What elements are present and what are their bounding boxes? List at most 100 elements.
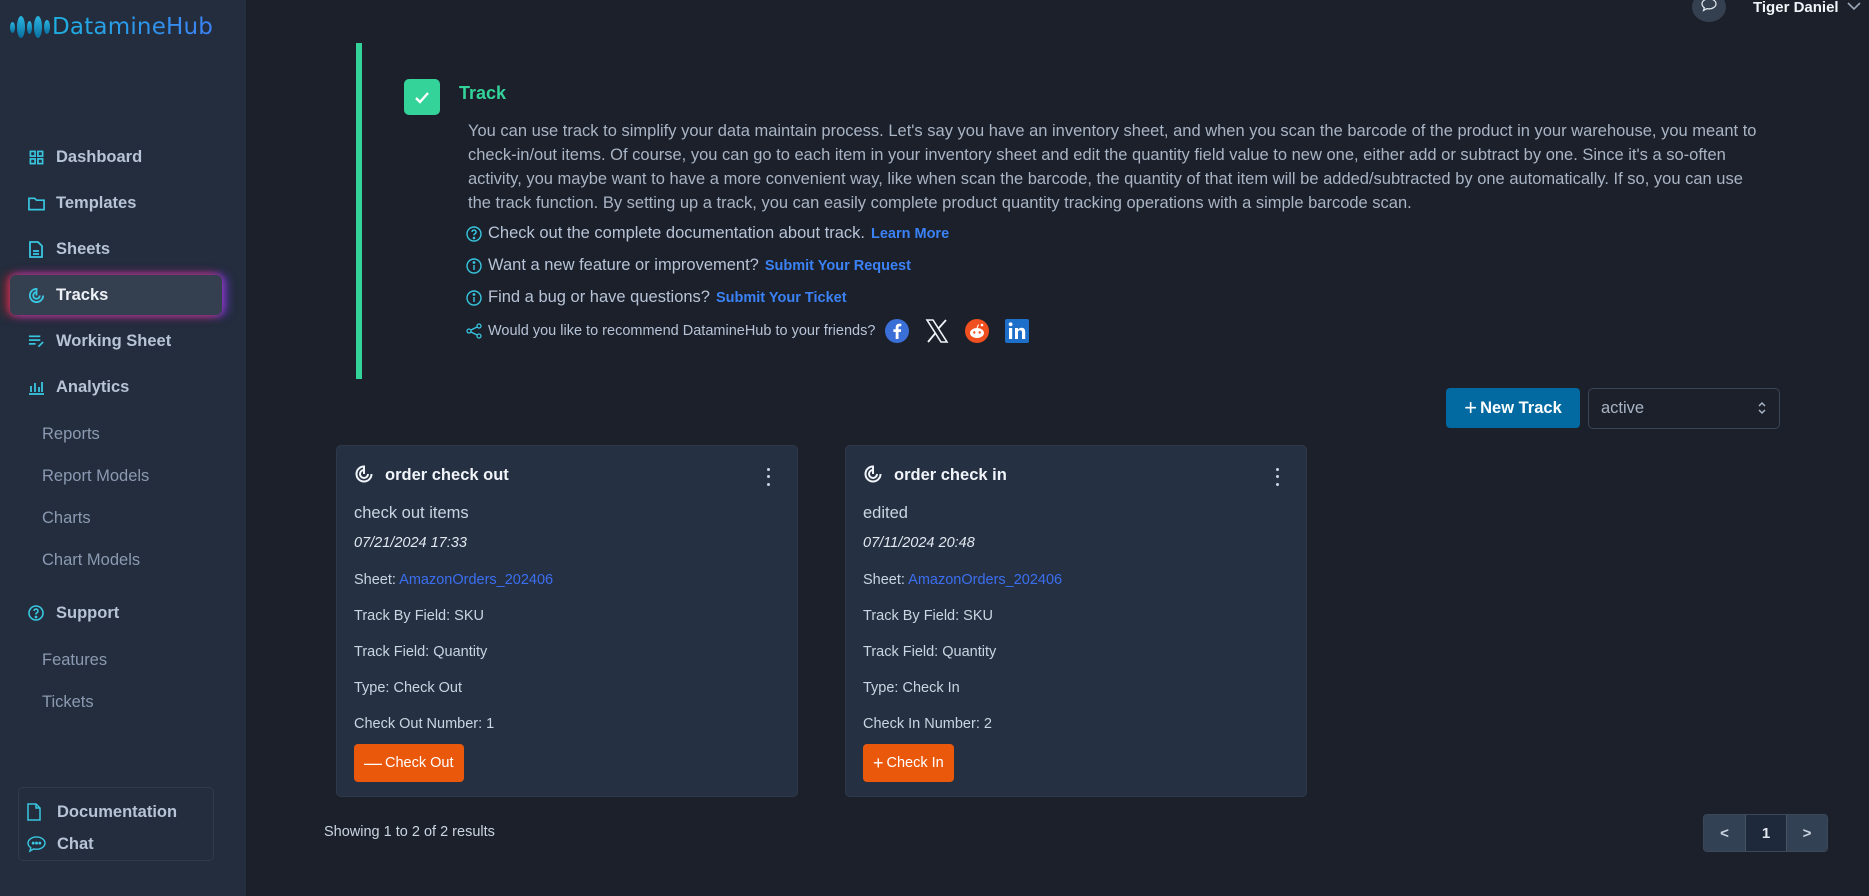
edit-list-icon: [27, 332, 45, 350]
analytics-submenu: Reports Report Models Charts Chart Model…: [10, 413, 222, 581]
track-description: check out items: [354, 504, 469, 522]
track-title: order check in: [894, 465, 1007, 484]
sidebar-item-support[interactable]: Support: [10, 593, 222, 633]
minus-icon: —: [364, 753, 382, 773]
status-filter-select[interactable]: active: [1588, 388, 1780, 429]
track-by-field: Track By Field: SKU: [863, 608, 993, 624]
sheet-link[interactable]: AmazonOrders_202406: [399, 572, 553, 588]
help-links-box: Documentation Chat: [18, 787, 214, 861]
sidebar-item-label: Working Sheet: [56, 331, 172, 350]
track-field: Track Field: Quantity: [863, 644, 997, 660]
sidebar-item-label: Tracks: [56, 285, 109, 304]
brand-name: DatamineHub: [52, 14, 214, 40]
sidebar-item-charts[interactable]: Charts: [10, 497, 222, 539]
sidebar-item-sheets[interactable]: Sheets: [10, 229, 222, 269]
documentation-label: Documentation: [57, 802, 178, 821]
sidebar-item-features[interactable]: Features: [10, 639, 222, 681]
user-menu[interactable]: Tiger Daniel: [1753, 0, 1839, 16]
track-date: 07/21/2024 17:33: [354, 535, 467, 551]
track-card: order check in edited 07/11/2024 20:48 S…: [845, 445, 1307, 797]
linkedin-icon[interactable]: [1004, 318, 1030, 344]
pagination: < 1 >: [1703, 814, 1828, 852]
message-icon: [1701, 0, 1717, 17]
sidebar-item-chart-models[interactable]: Chart Models: [10, 539, 222, 581]
sidebar-item-label: Analytics: [56, 377, 130, 396]
support-submenu: Features Tickets: [10, 639, 222, 723]
info-title: Track: [459, 83, 507, 103]
bar-chart-icon: [27, 378, 45, 396]
sidebar-item-label: Dashboard: [56, 147, 143, 166]
chat-link[interactable]: Chat: [27, 828, 213, 860]
x-twitter-icon[interactable]: [924, 318, 950, 344]
track-type: Type: Check In: [863, 680, 960, 696]
chat-label: Chat: [57, 834, 94, 853]
check-in-button[interactable]: + Check In: [863, 744, 954, 782]
prev-page-button[interactable]: <: [1704, 815, 1745, 851]
main-nav: Dashboard Templates Sheets Tracks Workin…: [10, 137, 222, 735]
radar-icon: [354, 464, 376, 486]
submit-request-link[interactable]: Submit Your Request: [765, 258, 911, 274]
document-icon: [27, 240, 45, 258]
page-1-button[interactable]: 1: [1745, 815, 1786, 851]
share-text: Would you like to recommend DatamineHub …: [488, 323, 876, 339]
more-options-icon[interactable]: [1270, 466, 1284, 488]
sidebar-item-tickets[interactable]: Tickets: [10, 681, 222, 723]
new-track-label: New Track: [1480, 398, 1562, 417]
documentation-link[interactable]: Documentation: [27, 796, 213, 828]
reddit-icon[interactable]: [964, 318, 990, 344]
documentation-line: Check out the complete documentation abo…: [466, 224, 949, 243]
track-type: Type: Check Out: [354, 680, 462, 696]
logo-icon: [10, 16, 50, 38]
sidebar-item-tracks[interactable]: Tracks: [10, 275, 222, 315]
sheet-label: Sheet:: [354, 572, 400, 588]
track-title: order check out: [385, 465, 509, 484]
sidebar-item-label: Support: [56, 603, 120, 622]
sidebar-item-report-models[interactable]: Report Models: [10, 455, 222, 497]
doc-text: Check out the complete documentation abo…: [488, 224, 865, 242]
sheet-label: Sheet:: [863, 572, 909, 588]
track-field: Track Field: Quantity: [354, 644, 488, 660]
track-sheet: Sheet: AmazonOrders_202406: [354, 572, 553, 588]
learn-more-link[interactable]: Learn More: [871, 226, 949, 242]
track-card: order check out check out items 07/21/20…: [336, 445, 798, 797]
bug-text: Find a bug or have questions?: [488, 288, 710, 306]
check-out-label: Check Out: [385, 755, 454, 771]
brand-logo[interactable]: DatamineHub: [10, 14, 213, 40]
sidebar-item-label: Templates: [56, 193, 137, 212]
sheet-link[interactable]: AmazonOrders_202406: [908, 572, 1062, 588]
track-by-field: Track By Field: SKU: [354, 608, 484, 624]
track-number: Check Out Number: 1: [354, 716, 495, 732]
sidebar-item-dashboard[interactable]: Dashboard: [10, 137, 222, 177]
results-summary: Showing 1 to 2 of 2 results: [324, 824, 495, 840]
plus-icon: +: [873, 753, 884, 773]
sidebar: DatamineHub Dashboard Templates Sheets T…: [0, 0, 246, 896]
feature-request-line: Want a new feature or improvement? Submi…: [466, 256, 911, 275]
submit-ticket-link[interactable]: Submit Your Ticket: [716, 290, 847, 306]
radar-icon: [27, 286, 45, 304]
track-info-panel: Track You can use track to simplify your…: [356, 43, 1776, 379]
share-icon: [466, 323, 482, 339]
sidebar-item-reports[interactable]: Reports: [10, 413, 222, 455]
more-options-icon[interactable]: [761, 466, 775, 488]
new-track-button[interactable]: + New Track: [1446, 388, 1580, 428]
track-number: Check In Number: 2: [863, 716, 992, 732]
track-description: edited: [863, 504, 908, 522]
messages-button[interactable]: [1692, 0, 1726, 22]
share-line: Would you like to recommend DatamineHub …: [466, 318, 1030, 344]
info-icon: [466, 257, 482, 274]
sidebar-item-working-sheet[interactable]: Working Sheet: [10, 321, 222, 361]
check-icon: [404, 79, 440, 115]
next-page-button[interactable]: >: [1786, 815, 1827, 851]
help-circle-icon: [27, 604, 45, 622]
radar-icon: [863, 464, 885, 486]
sidebar-item-analytics[interactable]: Analytics: [10, 367, 222, 407]
facebook-icon[interactable]: [884, 318, 910, 344]
sidebar-item-templates[interactable]: Templates: [10, 183, 222, 223]
folder-icon: [27, 194, 45, 212]
plus-icon: +: [1464, 395, 1478, 420]
feature-text: Want a new feature or improvement?: [488, 256, 759, 274]
chevron-down-icon[interactable]: [1847, 0, 1861, 16]
chat-icon: [27, 835, 47, 853]
file-icon: [27, 803, 47, 821]
check-out-button[interactable]: — Check Out: [354, 744, 464, 782]
